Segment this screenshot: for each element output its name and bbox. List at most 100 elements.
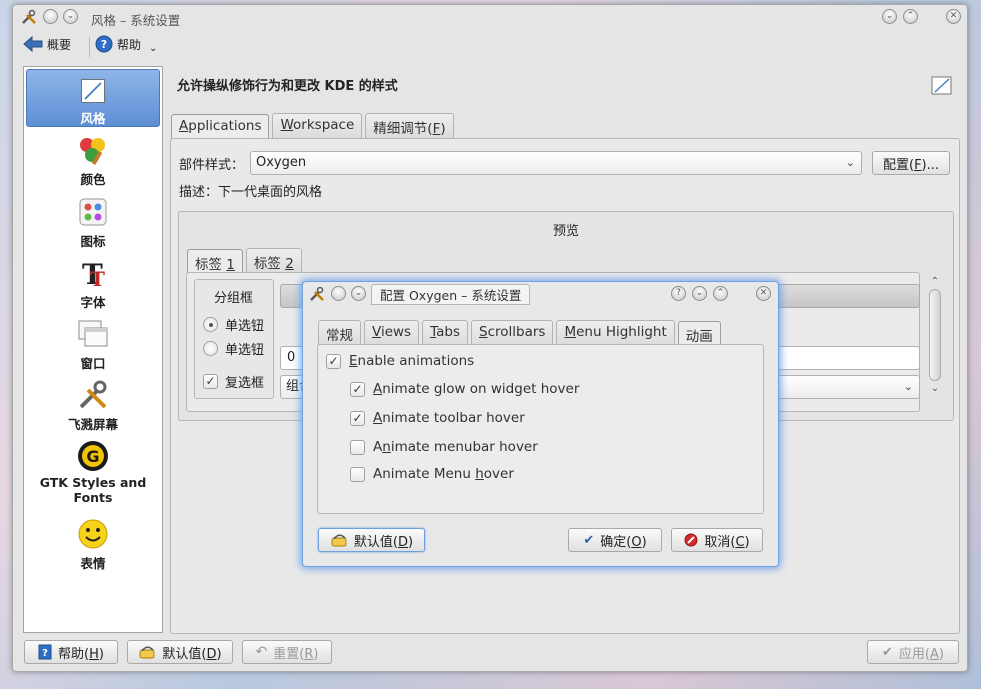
chevron-down-icon: ⌄	[903, 380, 913, 393]
animate-menu-checkbox[interactable]: Animate Menu hover	[350, 466, 514, 482]
dialog-cancel-button[interactable]: 取消(C)	[671, 528, 763, 552]
sidebar-item-style[interactable]: 风格	[26, 69, 160, 127]
svg-text:?: ?	[42, 648, 48, 659]
close-button[interactable]: ✕	[946, 9, 961, 24]
help-label: 帮助	[117, 37, 142, 52]
help-menu-button[interactable]: ? 帮助 ⌄	[95, 35, 157, 54]
preview-groupbox: 分组框 单选钮 单选钮 ✓ 复选框	[194, 279, 274, 399]
chevron-down-icon: ⌄	[930, 383, 940, 394]
preview-radio-1[interactable]: 单选钮	[203, 315, 264, 334]
tab-general[interactable]: 常规	[318, 320, 361, 347]
tab-applications[interactable]: Applications	[171, 114, 270, 141]
titlebar: ⌄ 风格 – 系统设置 ⌄ ⌃ ✕	[13, 5, 967, 29]
chevron-down-icon: ⌄	[845, 156, 855, 169]
dialog-maximize-button[interactable]: ⌃	[713, 286, 728, 301]
preview-checkbox[interactable]: ✓ 复选框	[203, 372, 264, 391]
tab-tabs[interactable]: Tabs	[422, 320, 468, 347]
scrollbar-handle[interactable]	[929, 289, 941, 381]
help-icon: ?	[95, 35, 113, 53]
undo-icon: ↶	[255, 644, 268, 660]
widget-style-label: 部件样式：	[179, 158, 245, 173]
sidebar-item-label: 风格	[80, 111, 106, 126]
option-label: Enable animations	[349, 353, 475, 369]
configure-button[interactable]: 配置(F)...	[872, 151, 950, 175]
style-description: 描述：下一代桌面的风格	[179, 185, 323, 200]
option-label: Animate Menu hover	[373, 466, 514, 482]
icons-icon	[79, 198, 107, 226]
option-label: Animate toolbar hover	[373, 410, 525, 426]
dialog-ok-button[interactable]: ✔ 确定(O)	[568, 528, 662, 552]
option-label: Animate menubar hover	[373, 439, 538, 455]
bottom-defaults-button[interactable]: 默认值(D)	[127, 640, 233, 664]
sidebar-item-label: 飞溅屏幕	[67, 417, 118, 432]
radio-label: 单选钮	[225, 319, 265, 334]
animate-menubar-checkbox[interactable]: Animate menubar hover	[350, 439, 538, 455]
spinbox-value: 0	[287, 350, 296, 365]
dialog-defaults-button[interactable]: 默认值(D)	[318, 528, 425, 552]
page-title: 允许操纵修饰行为和更改 KDE 的样式	[177, 79, 398, 94]
radio-indicator	[203, 317, 218, 332]
sidebar-item-label: GTK Styles and Fonts	[39, 475, 147, 505]
maximize-button[interactable]: ⌃	[903, 9, 918, 24]
sticky-button[interactable]	[43, 9, 58, 24]
sidebar-item-splash[interactable]: 飞溅屏幕	[26, 378, 160, 433]
bottom-help-button[interactable]: ? 帮助(H)	[24, 640, 118, 664]
sticky-button[interactable]	[331, 286, 346, 301]
toolbar: 概要 ? 帮助 ⌄	[13, 31, 967, 61]
tab-scrollbars[interactable]: Scrollbars	[471, 320, 554, 347]
tab-views[interactable]: Views	[364, 320, 420, 347]
tab-workspace[interactable]: Workspace	[272, 113, 363, 140]
cancel-icon	[684, 533, 698, 547]
checkbox-empty	[350, 439, 365, 455]
sidebar-item-colors[interactable]: 颜色	[26, 133, 160, 188]
checkbox-empty	[350, 466, 365, 482]
check-icon: ✓	[350, 381, 365, 397]
reset-defaults-icon	[139, 646, 155, 659]
shade-button[interactable]: ⌄	[63, 9, 78, 24]
tools-icon[interactable]	[21, 9, 37, 25]
check-icon: ✓	[326, 353, 341, 369]
svg-text:T: T	[90, 267, 105, 290]
enable-animations-checkbox[interactable]: ✓ Enable animations	[326, 353, 474, 369]
widget-style-value: Oxygen	[256, 155, 307, 170]
check-icon: ✓	[203, 374, 218, 389]
preview-radio-2[interactable]: 单选钮	[203, 339, 264, 358]
configure-oxygen-dialog: ⌄ 配置 Oxygen – 系统设置 ? ⌄ ⌃ ✕ 常规 Views Tabs…	[302, 281, 779, 567]
splash-icon	[79, 380, 107, 409]
dialog-minimize-button[interactable]: ⌄	[692, 286, 707, 301]
dialog-title: 配置 Oxygen – 系统设置	[371, 284, 531, 305]
animate-toolbar-checkbox[interactable]: ✓ Animate toolbar hover	[350, 410, 525, 426]
emoticons-icon	[78, 519, 108, 549]
minimize-button[interactable]: ⌄	[882, 9, 897, 24]
preview-scrollbar[interactable]: ⌃ ⌄	[927, 276, 943, 411]
sidebar-item-fonts[interactable]: TT 字体	[26, 256, 160, 311]
tools-icon[interactable]	[309, 286, 325, 302]
shade-button[interactable]: ⌄	[351, 286, 366, 301]
main-tabbar: Applications Workspace 精细调节(F)	[171, 113, 454, 141]
tab-fine-tuning[interactable]: 精细调节(F)	[365, 113, 454, 140]
check-icon: ✔	[583, 532, 595, 548]
widget-style-combo[interactable]: Oxygen ⌄	[250, 151, 862, 175]
tab-menu-highlight[interactable]: Menu Highlight	[556, 320, 675, 347]
back-arrow-icon	[23, 35, 43, 53]
check-icon: ✔	[882, 644, 893, 660]
bottom-reset-button[interactable]: ↶ 重置(R)	[242, 640, 332, 664]
style-icon	[931, 76, 952, 95]
sidebar-item-gtk[interactable]: G GTK Styles and Fonts	[26, 439, 160, 505]
option-label: Animate glow on widget hover	[373, 381, 580, 397]
checkbox-label: 复选框	[225, 376, 265, 391]
tab-label-2[interactable]: 标签 2	[245, 248, 302, 275]
svg-text:G: G	[86, 447, 99, 466]
overview-button[interactable]: 概要	[23, 35, 71, 53]
sidebar-item-windows[interactable]: 窗口	[26, 317, 160, 372]
chevron-up-icon: ⌃	[930, 276, 940, 287]
sidebar-item-icons[interactable]: 图标	[26, 195, 160, 250]
groupbox-title: 分组框	[214, 291, 254, 306]
bottom-apply-button[interactable]: ✔ 应用(A)	[867, 640, 959, 664]
sidebar-item-emoticons[interactable]: 表情	[26, 517, 160, 572]
dialog-help-button[interactable]: ?	[671, 286, 686, 301]
overview-label: 概要	[47, 37, 72, 52]
animate-glow-checkbox[interactable]: ✓ Animate glow on widget hover	[350, 381, 579, 397]
dialog-close-button[interactable]: ✕	[756, 286, 771, 301]
colors-icon	[80, 138, 105, 166]
